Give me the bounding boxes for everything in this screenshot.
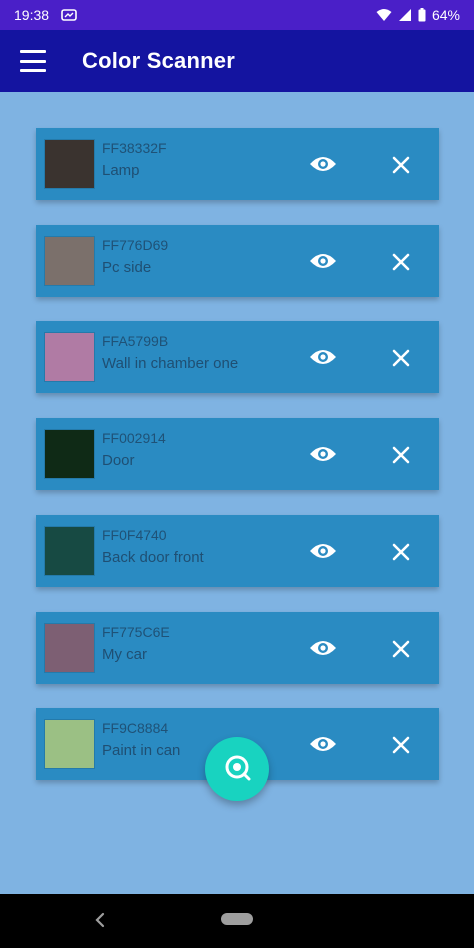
wifi-icon bbox=[376, 8, 392, 22]
color-hex: FF775C6E bbox=[102, 624, 170, 640]
color-hex: FF9C8884 bbox=[102, 720, 169, 736]
battery-icon bbox=[418, 8, 426, 22]
close-icon[interactable] bbox=[386, 730, 416, 760]
status-bar: 19:38 64% bbox=[0, 0, 474, 30]
color-swatch bbox=[45, 720, 94, 768]
eye-icon[interactable] bbox=[306, 247, 340, 275]
scan-icon bbox=[222, 752, 252, 787]
color-swatch bbox=[45, 237, 94, 285]
eye-icon[interactable] bbox=[306, 634, 340, 662]
close-icon[interactable] bbox=[386, 150, 416, 180]
status-time: 19:38 bbox=[14, 7, 50, 23]
signal-icon bbox=[398, 8, 412, 22]
color-card: FF38332F Lamp bbox=[36, 128, 439, 200]
color-hex: FF38332F bbox=[102, 140, 167, 156]
color-card: FFA5799B Wall in chamber one bbox=[36, 321, 439, 393]
color-card: FF775C6E My car bbox=[36, 612, 439, 684]
battery-level: 64% bbox=[431, 7, 460, 23]
color-hex: FF0F4740 bbox=[102, 527, 167, 543]
color-swatch bbox=[45, 333, 94, 381]
color-name: Pc side bbox=[102, 259, 152, 276]
notification-icon bbox=[61, 8, 77, 22]
home-button[interactable] bbox=[221, 913, 253, 925]
color-hex: FFA5799B bbox=[102, 333, 169, 349]
color-swatch bbox=[45, 527, 94, 575]
close-icon[interactable] bbox=[386, 343, 416, 373]
scan-button[interactable] bbox=[205, 737, 269, 801]
close-icon[interactable] bbox=[386, 537, 416, 567]
color-hex: FF776D69 bbox=[102, 237, 169, 253]
eye-icon[interactable] bbox=[306, 150, 340, 178]
color-name: My car bbox=[102, 646, 147, 663]
close-icon[interactable] bbox=[386, 634, 416, 664]
color-card: FF0F4740 Back door front bbox=[36, 515, 439, 587]
eye-icon[interactable] bbox=[306, 343, 340, 371]
color-swatch bbox=[45, 624, 94, 672]
color-name: Door bbox=[102, 452, 135, 469]
eye-icon[interactable] bbox=[306, 730, 340, 758]
back-icon[interactable] bbox=[90, 908, 110, 932]
eye-icon[interactable] bbox=[306, 537, 340, 565]
color-name: Wall in chamber one bbox=[102, 355, 239, 372]
color-card: FF776D69 Pc side bbox=[36, 225, 439, 297]
color-hex: FF002914 bbox=[102, 430, 166, 446]
eye-icon[interactable] bbox=[306, 440, 340, 468]
menu-icon[interactable] bbox=[20, 50, 46, 72]
color-card: FF002914 Door bbox=[36, 418, 439, 490]
color-swatch bbox=[45, 140, 94, 188]
close-icon[interactable] bbox=[386, 440, 416, 470]
color-name: Lamp bbox=[102, 162, 140, 179]
close-icon[interactable] bbox=[386, 247, 416, 277]
app-bar: Color Scanner bbox=[0, 30, 474, 92]
color-name: Paint in can bbox=[102, 742, 181, 759]
color-swatch bbox=[45, 430, 94, 478]
app-title: Color Scanner bbox=[82, 48, 235, 73]
color-name: Back door front bbox=[102, 549, 204, 566]
